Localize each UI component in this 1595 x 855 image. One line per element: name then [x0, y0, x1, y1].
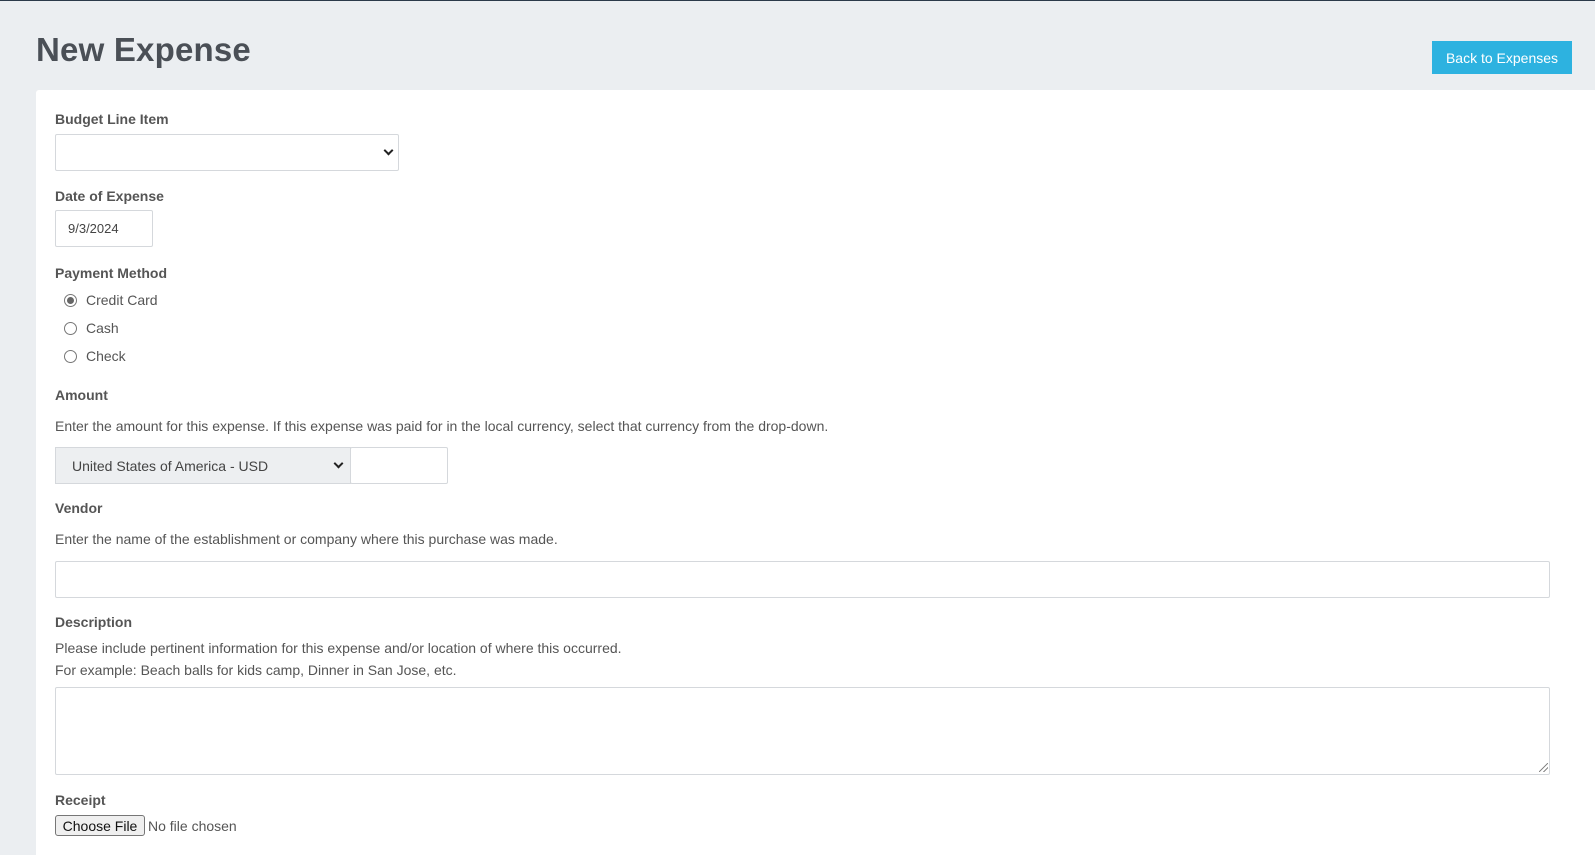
chevron-down-icon [383, 145, 394, 156]
date-of-expense-label: Date of Expense [55, 188, 164, 204]
payment-option-check[interactable]: Check [64, 348, 126, 364]
receipt-label: Receipt [55, 792, 106, 808]
page-header: New Expense Back to Expenses [0, 1, 1595, 89]
date-of-expense-input[interactable]: 9/3/2024 [55, 210, 153, 247]
vendor-input[interactable] [55, 561, 1550, 598]
radio-unchecked-icon[interactable] [64, 321, 77, 335]
page-title: New Expense [36, 31, 251, 68]
payment-option-label: Cash [86, 320, 119, 336]
payment-option-label: Check [86, 348, 126, 364]
vendor-help-text: Enter the name of the establishment or c… [55, 531, 558, 547]
vendor-label: Vendor [55, 500, 103, 516]
resize-grip-icon[interactable] [1539, 763, 1548, 772]
description-textarea[interactable] [55, 687, 1550, 775]
budget-line-item-label: Budget Line Item [55, 111, 169, 127]
choose-file-button[interactable]: Choose File [55, 815, 145, 836]
budget-line-item-select[interactable] [55, 134, 399, 171]
description-help-line2: For example: Beach balls for kids camp, … [55, 662, 457, 678]
payment-option-cash[interactable]: Cash [64, 320, 119, 336]
amount-label: Amount [55, 387, 108, 403]
description-label: Description [55, 614, 133, 630]
payment-option-credit-card[interactable]: Credit Card [64, 292, 158, 308]
currency-value: United States of America - USD [72, 457, 269, 474]
chevron-down-icon [333, 458, 344, 469]
currency-select[interactable]: United States of America - USD [55, 447, 351, 484]
date-of-expense-value: 9/3/2024 [68, 221, 119, 236]
amount-input[interactable] [350, 447, 448, 484]
radio-unchecked-icon[interactable] [64, 349, 77, 363]
description-help-line1: Please include pertinent information for… [55, 640, 622, 656]
payment-option-label: Credit Card [86, 292, 158, 308]
payment-method-label: Payment Method [55, 265, 168, 281]
file-status-text: No file chosen [148, 818, 237, 834]
back-to-expenses-button[interactable]: Back to Expenses [1432, 41, 1572, 74]
expense-form: Budget Line Item Date of Expense 9/3/202… [36, 90, 1595, 855]
amount-help-text: Enter the amount for this expense. If th… [55, 418, 829, 434]
radio-checked-icon[interactable] [64, 293, 77, 307]
